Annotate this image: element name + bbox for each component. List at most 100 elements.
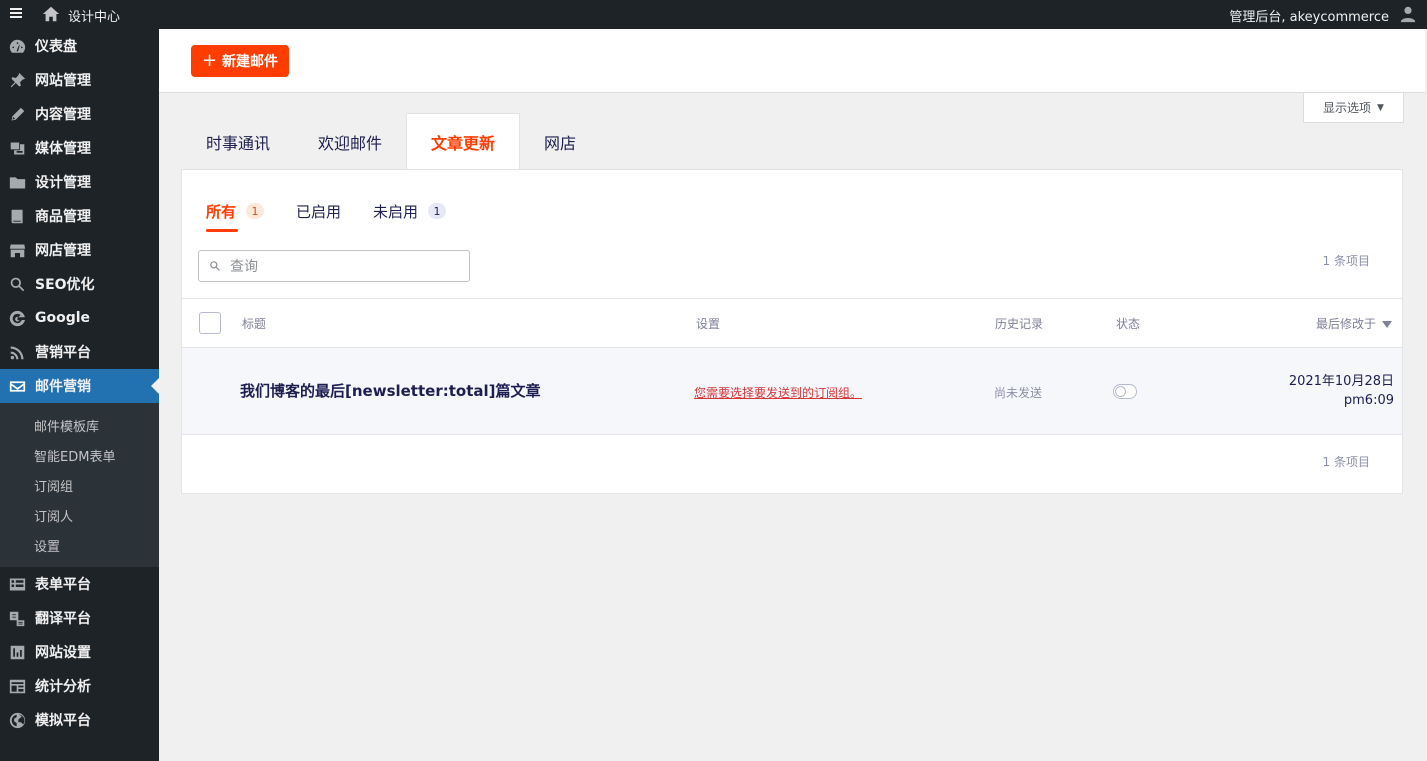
history-status: 尚未发送 [994,386,1043,400]
sidebar-item-label: 网站管理 [35,73,91,89]
screen-options-button[interactable]: 显示选项 ▼ [1303,93,1404,123]
sidebar-item-design-management[interactable]: 设计管理 [0,165,159,199]
media-icon [8,139,26,157]
store-icon [8,241,26,259]
sidebar-item-marketing[interactable]: 营销平台 [0,335,159,369]
sidebar-item-media-management[interactable]: 媒体管理 [0,131,159,165]
search-input[interactable]: 查询 [198,250,470,282]
column-header-history: 历史记录 [995,317,1044,331]
sidebar-item-google[interactable]: Google [0,301,159,335]
filter-label: 已启用 [296,202,342,221]
sidebar-item-translation[interactable]: 翻译平台 [0,601,159,635]
translate-icon [8,609,26,627]
plus-icon: + [201,50,218,71]
submenu-item-edm-forms[interactable]: 智能EDM表单 [0,440,159,470]
sidebar-item-product-management[interactable]: 商品管理 [0,199,159,233]
column-header-title[interactable]: 标题 [242,315,266,332]
sidebar-item-label: 邮件营销 [35,379,91,395]
select-all-checkbox[interactable] [199,312,221,334]
submenu-item-settings[interactable]: 设置 [0,530,159,560]
screen-options-label: 显示选项 [1323,101,1372,115]
tab-welcome-email[interactable]: 欢迎邮件 [294,113,406,170]
sidebar-item-dashboard[interactable]: 仪表盘 [0,29,159,63]
toggle-knob [1115,386,1126,397]
sidebar-item-seo[interactable]: SEO优化 [0,267,159,301]
form-icon [8,575,26,593]
email-title-link[interactable]: 我们博客的最后[newsletter:total]篇文章 [240,380,541,401]
book-icon [8,207,26,225]
hamburger-menu-icon[interactable] [10,6,22,22]
column-header-modified-label: 最后修改于 [1315,317,1376,331]
sidebar-item-email-marketing[interactable]: 邮件营销 [0,369,159,403]
sidebar-item-label: 内容管理 [35,107,91,123]
sort-descending-icon [1382,321,1392,328]
site-name-link[interactable]: 设计中心 [68,6,120,25]
sidebar-item-label: 翻译平台 [35,611,91,627]
sidebar-item-label: 表单平台 [35,577,91,593]
modified-date-time: pm6:09 [1343,393,1394,408]
search-icon [210,261,220,271]
google-icon [8,309,26,327]
sidebar-item-label: SEO优化 [35,277,95,293]
sidebar-item-label: 营销平台 [35,345,91,361]
sidebar-item-label: Google [35,310,91,326]
filter-all[interactable]: 所有 1 [206,198,265,232]
tab-store[interactable]: 网店 [520,113,600,170]
submenu-item-subscription-groups[interactable]: 订阅组 [0,470,159,500]
search-placeholder: 查询 [230,259,258,275]
tab-post-notification[interactable]: 文章更新 [406,113,521,170]
main-content: + 新建邮件 显示选项 ▼ 时事通讯 欢迎邮件 文章更新 网店 所有 1 已启用… [159,29,1427,761]
status-toggle[interactable] [1113,384,1137,399]
column-header-status: 状态 [1116,317,1141,331]
user-avatar-icon[interactable] [1399,4,1417,24]
settings-icon [8,643,26,661]
sidebar: 仪表盘 网站管理 内容管理 媒体管理 设计管理 商品管理 网店管理 SEO优化 … [0,29,159,761]
sidebar-item-label: 商品管理 [35,209,91,225]
sidebar-item-forms[interactable]: 表单平台 [0,567,159,601]
sidebar-item-label: 网站设置 [35,645,91,661]
home-icon[interactable] [42,5,60,23]
submenu-item-subscribers[interactable]: 订阅人 [0,500,159,530]
modified-date: 2021年10月28日 pm6:09 [1289,372,1394,410]
sidebar-item-label: 网店管理 [35,243,91,259]
new-email-button[interactable]: + 新建邮件 [191,45,289,77]
sidebar-item-label: 仪表盘 [35,39,77,55]
table-row: 我们博客的最后[newsletter:total]篇文章 您需要选择要发送到的订… [182,348,1402,435]
filter-enabled[interactable]: 已启用 [296,198,341,224]
sidebar-item-site-management[interactable]: 网站管理 [0,63,159,97]
table-header: 标题 设置 历史记录 状态 最后修改于 [182,298,1402,348]
search-icon [8,275,26,293]
pin-icon [8,71,26,89]
item-count-bottom: 1 条项目 [1322,455,1370,469]
rss-icon [8,343,26,361]
select-groups-warning-link[interactable]: 您需要选择要发送到的订阅组。 [694,384,862,401]
email-list-panel: 所有 1 已启用 未启用 1 查询 1 条项目 标题 设置 历史记录 状态 最后… [181,169,1403,494]
globe-icon [8,711,26,729]
status-filters: 所有 1 已启用 未启用 1 [206,198,478,232]
admin-bar: 设计中心 管理后台, akeycommerce [0,0,1427,29]
sidebar-item-store-management[interactable]: 网店管理 [0,233,159,267]
filter-disabled[interactable]: 未启用 1 [373,198,447,224]
sidebar-item-content-management[interactable]: 内容管理 [0,97,159,131]
item-count-top: 1 条项目 [1322,254,1370,268]
analytics-icon [8,677,26,695]
email-marketing-submenu: 邮件模板库 智能EDM表单 订阅组 订阅人 设置 [0,403,159,567]
pencil-icon [8,105,26,123]
sidebar-item-site-settings[interactable]: 网站设置 [0,635,159,669]
account-link[interactable]: 管理后台, akeycommerce [1229,6,1389,25]
header-panel: + 新建邮件 [159,29,1425,93]
folder-icon [8,173,26,191]
column-header-settings: 设置 [696,317,721,331]
column-header-modified[interactable]: 最后修改于 [1316,315,1392,332]
sidebar-item-analytics[interactable]: 统计分析 [0,669,159,703]
filter-label: 未启用 [373,202,419,221]
sidebar-item-label: 模拟平台 [35,713,91,729]
email-type-tabs: 时事通讯 欢迎邮件 文章更新 网店 [182,113,600,170]
tab-newsletter[interactable]: 时事通讯 [182,113,294,170]
new-email-button-label: 新建邮件 [222,54,279,70]
sidebar-item-label: 统计分析 [35,679,91,695]
submenu-item-email-templates[interactable]: 邮件模板库 [0,410,159,440]
email-icon [8,377,26,395]
sidebar-item-simulation[interactable]: 模拟平台 [0,703,159,737]
filter-count-badge: 1 [428,203,447,219]
